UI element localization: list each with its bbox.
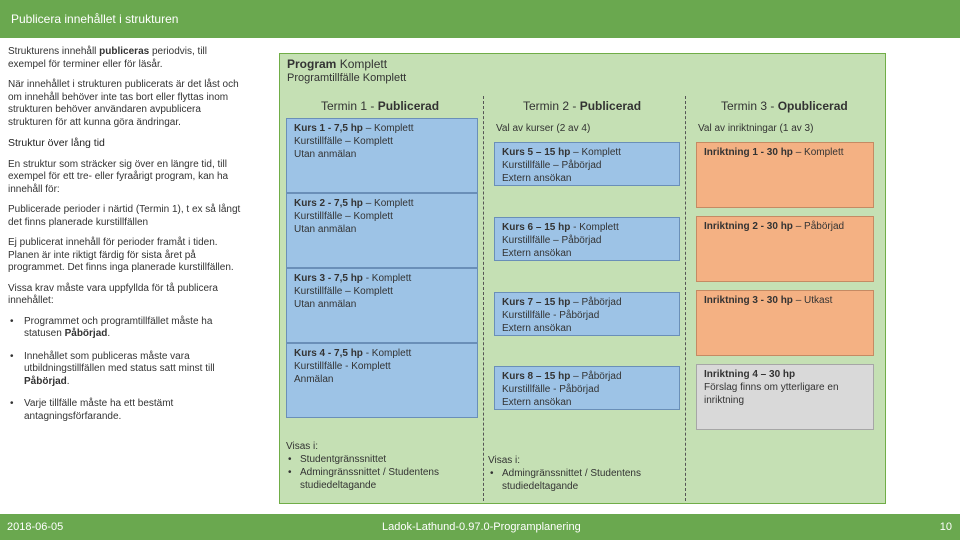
- list-item: Innehållet som publiceras måste vara utb…: [8, 351, 244, 389]
- track-box-2[interactable]: Inriktning 2 - 30 hp – Påbörjad: [696, 216, 874, 282]
- long-term-subtitle: Struktur över lång tid: [8, 137, 105, 149]
- locked-paragraph: När innehållet i strukturen publicerats …: [8, 79, 239, 128]
- term-1-heading: Termin 1 - Publicerad: [321, 99, 440, 113]
- term-2-heading: Termin 2 - Publicerad: [523, 99, 642, 113]
- footer-title: Ladok-Lathund-0.97.0-Programplanering: [382, 521, 581, 533]
- course-box-3[interactable]: Kurs 3 - 7,5 hp - Komplett Kurstillfälle…: [286, 268, 478, 343]
- intro-paragraph: Strukturens innehåll publiceras periodvi…: [8, 46, 208, 70]
- shown-in-term-1: Visas i: Studentgränssnittet Admingränss…: [286, 440, 476, 492]
- course-box-6[interactable]: Kurs 6 – 15 hp - Komplett Kurstillfälle …: [494, 217, 680, 261]
- list-item: Varje tillfälle måste ha ett bestämt ant…: [8, 398, 244, 423]
- track-box-4[interactable]: Inriktning 4 – 30 hp Förslag finns om yt…: [696, 364, 874, 430]
- column-divider: [483, 96, 484, 501]
- requirements-list: Programmet och programtillfället måste h…: [8, 316, 244, 424]
- list-item: Programmet och programtillfället måste h…: [8, 316, 244, 341]
- slide-header: Publicera innehållet i strukturen: [0, 0, 960, 38]
- list-item: Admingränssnittet / Studentens studiedel…: [488, 467, 678, 493]
- list-item: Studentgränssnittet: [286, 453, 476, 466]
- track-box-3[interactable]: Inriktning 3 - 30 hp – Utkast: [696, 290, 874, 356]
- slide-footer: 2018-06-05 Ladok-Lathund-0.97.0-Programp…: [0, 514, 960, 540]
- course-choice-label: Val av kurser (2 av 4): [496, 123, 591, 134]
- course-box-4[interactable]: Kurs 4 - 7,5 hp - Komplett Kurstillfälle…: [286, 343, 478, 418]
- course-box-7[interactable]: Kurs 7 – 15 hp – Påbörjad Kurstillfälle …: [494, 292, 680, 336]
- long-term-paragraph: En struktur som sträcker sig över en län…: [8, 158, 229, 195]
- course-box-1[interactable]: Kurs 1 - 7,5 hp – Komplett Kurstillfälle…: [286, 118, 478, 193]
- column-divider: [685, 96, 686, 501]
- course-box-2[interactable]: Kurs 2 - 7,5 hp – Komplett Kurstillfälle…: [286, 193, 478, 268]
- requirements-paragraph: Vissa krav måste vara uppfyllda för tå p…: [8, 282, 218, 307]
- slide-title: Publicera innehållet i strukturen: [11, 12, 179, 26]
- programtillfalle-title: Programtillfälle Komplett: [287, 72, 407, 84]
- term-3-heading: Termin 3 - Opublicerad: [721, 99, 848, 113]
- shown-in-term-2: Visas i: Admingränssnittet / Studentens …: [488, 454, 678, 493]
- sidebar-text: Strukturens innehåll publiceras periodvi…: [8, 46, 244, 433]
- page-number: 10: [939, 521, 952, 533]
- list-item: Admingränssnittet / Studentens studiedel…: [286, 466, 476, 492]
- track-choice-label: Val av inriktningar (1 av 3): [698, 123, 814, 134]
- unpublished-paragraph: Ej publicerat innehåll för perioder fram…: [8, 237, 234, 273]
- published-periods-paragraph: Publicerade perioder i närtid (Termin 1)…: [8, 204, 241, 228]
- footer-date: 2018-06-05: [7, 521, 64, 533]
- program-panel: Program Komplett Programtillfälle Komple…: [279, 53, 886, 504]
- program-title: Program Komplett: [287, 57, 388, 71]
- course-box-8[interactable]: Kurs 8 – 15 hp – Påbörjad Kurstillfälle …: [494, 366, 680, 410]
- course-box-5[interactable]: Kurs 5 – 15 hp – Komplett Kurstillfälle …: [494, 142, 680, 186]
- track-box-1[interactable]: Inriktning 1 - 30 hp – Komplett: [696, 142, 874, 208]
